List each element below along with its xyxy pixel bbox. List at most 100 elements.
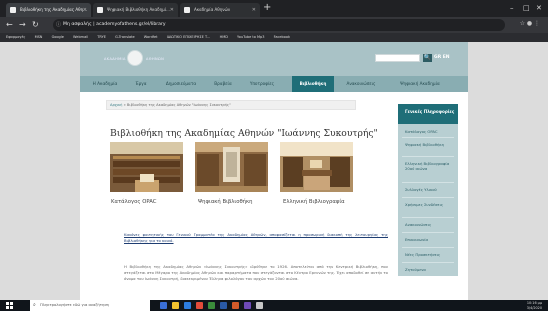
academy-logo-icon[interactable] [127,50,143,66]
sidebar-item-bibliography[interactable]: Ελληνική Βιβλιογραφία 20ού αιώνα [405,161,455,171]
edge-icon[interactable] [184,302,191,309]
sidebar-item-announcements[interactable]: Ανακοινώσεις [405,222,455,227]
breadcrumb-home-link[interactable]: Αρχική [110,103,122,107]
opac-catalog-image[interactable] [110,142,183,192]
browser-extension-icons[interactable]: ☆ ● ⋮ [520,20,540,27]
sidebar-item-opac[interactable]: Κατάλογος OPAC [405,129,455,134]
nav-item-scholarships[interactable]: Υποτροφίες [242,76,282,92]
opac-catalog-link[interactable]: Κατάλογος OPAC [111,199,156,205]
bookmark-item[interactable]: ΙΔΙΩΤΙΚΟ ΕΠΙΧΕΙΡΗΣΕ Τ... [167,35,211,39]
nav-item-digital-academy[interactable]: Ψηφιακή Ακαδημία [388,76,452,92]
excel-icon[interactable] [208,302,215,309]
screen: Βιβλιοθήκη της Ακαδημίας Αθη... ✕ Ψηφιακ… [0,0,548,311]
nav-item-academy[interactable]: Η Ακαδημία [86,76,124,92]
app-icon[interactable] [256,302,263,309]
bookmark-item[interactable]: Wordfet [144,35,158,39]
bookmark-item[interactable]: MSN [35,35,43,39]
bookmark-item[interactable]: Facebook [274,35,290,39]
sidebar-item-collections[interactable]: Συλλογές Υλικού [405,187,455,192]
url-text: Μη ασφαλής | academyofathens.gr/el/libra… [63,22,166,27]
sidebar-item-new-acquisitions[interactable]: Νέες Προσκτήσεις [405,252,455,257]
browser-tab-1[interactable]: Βιβλιοθήκη της Ακαδημίας Αθη... ✕ [6,3,91,17]
search-icon: ⌕ [33,302,36,308]
site-container: ΑΚΑΔΗΜΙΑ ΑΘΗΝΩΝ 🔍 GR EN Η Ακαδημία Έργα … [80,42,468,300]
sidebar-divider [402,217,454,218]
nav-item-awards[interactable]: Βραβεία [206,76,240,92]
bookmark-item[interactable]: YouTube to Mp3 [237,35,264,39]
windows-start-icon[interactable] [6,302,13,309]
clock-date: 3/4/2020 [526,306,542,310]
file-explorer-icon[interactable] [172,302,179,309]
chrome-icon[interactable] [196,302,203,309]
bookmarks-bar: Εφαρμογές MSN Google Webmail TRYE G-Tran… [0,33,548,42]
sidebar-divider [402,247,454,248]
nav-item-publications[interactable]: Δημοσιεύματα [158,76,204,92]
breadcrumb: Αρχική » Βιβλιοθήκη της Ακαδημίας Αθηνών… [106,100,356,110]
taskbar-search-input[interactable]: ⌕ Πληκτρολογήστε εδώ για αναζήτηση [30,300,150,311]
browser-tab-3[interactable]: Ακαδημία Αθηνών ✕ [180,3,260,17]
bookmark-item[interactable]: Webmail [73,35,88,39]
app-icon[interactable] [244,302,251,309]
sidebar-divider [402,262,454,263]
logo-text-left: ΑΚΑΔΗΜΙΑ [104,57,126,61]
maximize-icon[interactable]: □ [523,2,530,14]
notice-link[interactable]: Κανόνες φοιτητικής του Γενικού Γραμματέα… [124,232,388,244]
bookmark-item[interactable]: HMD [220,35,228,39]
greek-bibliography-link[interactable]: Ελληνική Βιβλιογραφία [283,199,345,205]
language-switcher[interactable]: GR EN [434,55,450,60]
nav-item-projects[interactable]: Έργα [126,76,156,92]
page-title: Βιβλιοθήκη της Ακαδημίας Αθηνών "Ιωάννης… [110,128,378,139]
info-icon[interactable]: ⓘ [56,19,61,31]
back-icon[interactable]: ← [6,19,13,31]
sidebar-header-general-info[interactable]: Γενικές Πληροφορίες [398,104,458,124]
tab-2-label: Ψηφιακή Βιβλιοθήκη Ακαδημί... [107,7,170,12]
sidebar-item-contact[interactable]: Επικοινωνία [405,237,455,242]
digital-library-image[interactable] [195,142,268,192]
site-header: ΑΚΑΔΗΜΙΑ ΑΘΗΝΩΝ 🔍 GR EN [80,42,468,76]
nav-item-library[interactable]: Βιβλιοθήκη [292,76,334,92]
breadcrumb-path: » Βιβλιοθήκη της Ακαδημίας Αθηνών "Ιωάνν… [123,103,231,107]
site-search-input[interactable] [375,54,420,62]
system-clock[interactable]: 10:16 μμ 3/4/2020 [527,300,542,311]
close-tab-icon[interactable]: ✕ [83,3,87,17]
powerpoint-icon[interactable] [232,302,239,309]
tab-favicon [97,7,103,13]
sidebar-item-wanted[interactable]: Ζητούμενα [405,267,455,272]
task-view-icon[interactable] [160,302,167,309]
tab-3-label: Ακαδημία Αθηνών [194,7,231,12]
close-tab-icon[interactable]: ✕ [170,3,174,17]
browser-tab-2[interactable]: Ψηφιακή Βιβλιοθήκη Ακαδημί... ✕ [93,3,178,17]
sidebar-item-useful-links[interactable]: Χρήσιμες Συνδέσεις [405,202,455,207]
bookmark-item[interactable]: G-Translate [115,35,135,39]
bookmark-item[interactable]: Εφαρμογές [6,35,25,39]
library-description: Η Βιβλιοθήκη της Ακαδημίας Αθηνών «Ιωάνν… [124,264,388,281]
greek-bibliography-image[interactable] [280,142,353,192]
tab-1-label: Βιβλιοθήκη της Ακαδημίας Αθη... [20,7,87,12]
logo-text-right: ΑΘΗΝΩΝ [146,57,165,61]
bookmark-item[interactable]: TRYE [97,35,106,39]
close-window-icon[interactable]: ✕ [536,2,542,14]
tab-favicon [184,7,190,13]
main-navigation: Η Ακαδημία Έργα Δημοσιεύματα Βραβεία Υπο… [80,76,468,92]
page-viewport: ΑΚΑΔΗΜΙΑ ΑΘΗΝΩΝ 🔍 GR EN Η Ακαδημία Έργα … [0,42,548,300]
bookmark-item[interactable]: Google [52,35,64,39]
windows-taskbar: ⌕ Πληκτρολογήστε εδώ για αναζήτηση 10:16… [0,300,548,311]
url-field[interactable]: ⓘ Μη ασφαλής | academyofathens.gr/el/lib… [53,19,505,31]
sidebar-item-digital-library[interactable]: Ψηφιακή Βιβλιοθήκη [405,142,455,147]
sidebar-divider [402,197,454,198]
reload-icon[interactable]: ↻ [32,19,39,31]
sidebar-divider [402,232,454,233]
nav-item-announcements[interactable]: Ανακοινώσεις [336,76,386,92]
word-icon[interactable] [220,302,227,309]
close-tab-icon[interactable]: ✕ [252,3,256,17]
minimize-icon[interactable]: – [510,2,514,14]
forward-icon[interactable]: → [19,19,26,31]
browser-tab-bar: Βιβλιοθήκη της Ακαδημίας Αθη... ✕ Ψηφιακ… [0,0,548,17]
search-button[interactable]: 🔍 [423,54,432,62]
sidebar-divider [402,182,454,183]
taskbar-search-placeholder: Πληκτρολογήστε εδώ για αναζήτηση [40,303,110,307]
sidebar-divider [402,137,454,138]
new-tab-button[interactable]: + [263,2,271,14]
sidebar: Γενικές Πληροφορίες Κατάλογος OPAC Ψηφια… [398,104,458,276]
digital-library-link[interactable]: Ψηφιακή Βιβλιοθήκη [198,199,253,205]
